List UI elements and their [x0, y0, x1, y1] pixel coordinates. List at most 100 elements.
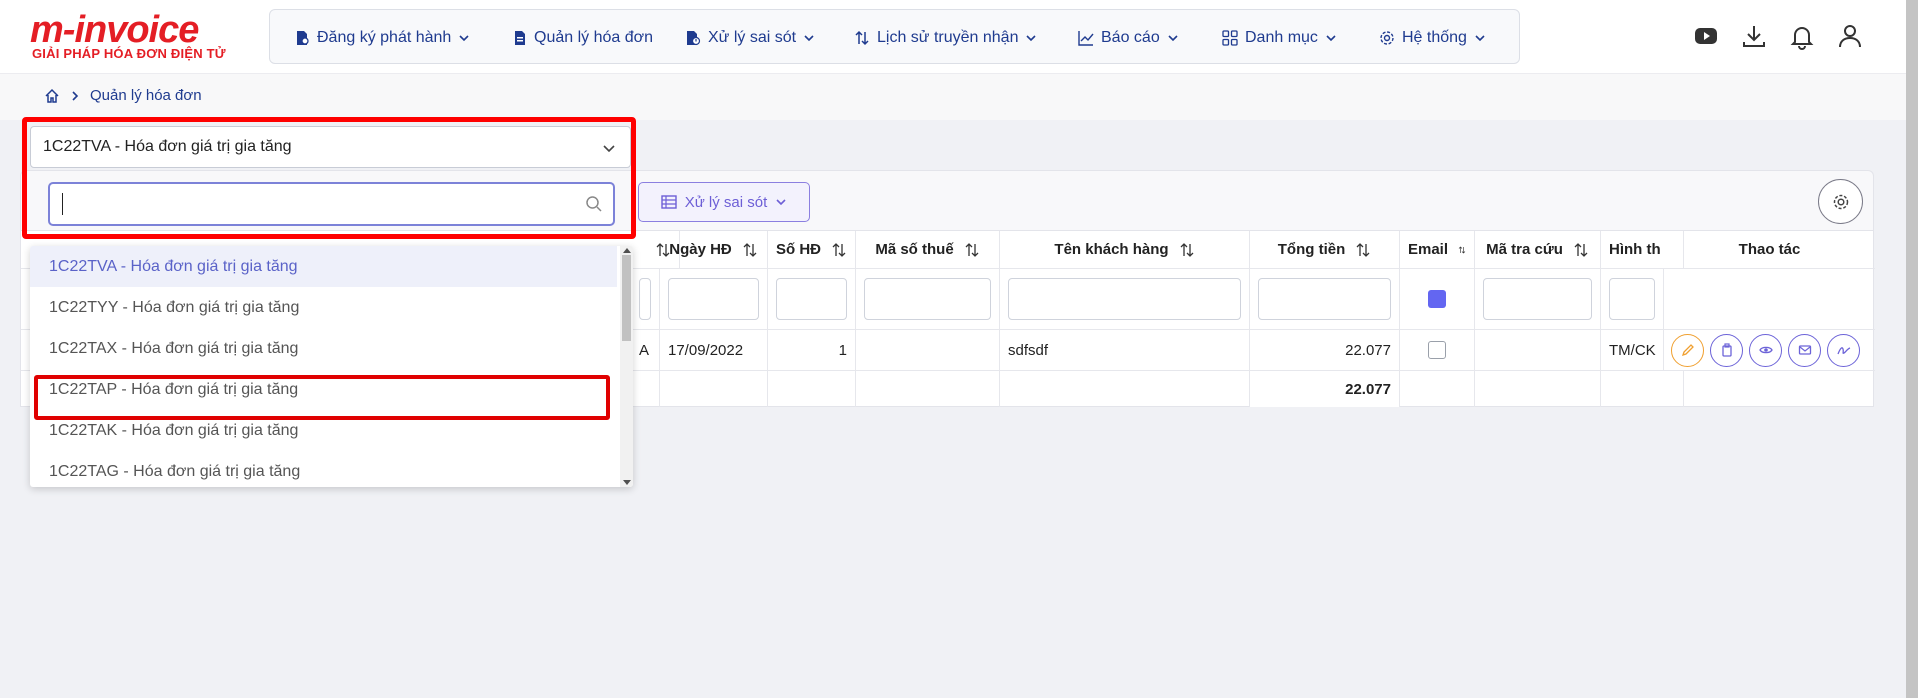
edit-button[interactable]	[1671, 333, 1704, 367]
nav-label: Báo cáo	[1101, 28, 1160, 46]
youtube-icon[interactable]	[1692, 22, 1720, 50]
nav-he-thong[interactable]: Hệ thống	[1379, 10, 1486, 65]
dropdown-option[interactable]: 1C22TYY - Hóa đơn giá trị gia tăng	[30, 287, 617, 328]
column-header-total[interactable]: Tổng tiền	[1250, 231, 1400, 268]
view-button[interactable]	[1749, 333, 1782, 367]
filter-customer	[1000, 269, 1250, 329]
highlight-annotation	[22, 117, 636, 239]
chevron-down-icon	[804, 34, 814, 41]
cell-tax-code	[856, 330, 1000, 370]
copy-button[interactable]	[1710, 333, 1743, 367]
sort-icon	[1356, 242, 1370, 257]
error-handling-button[interactable]: Xử lý sai sót	[638, 182, 810, 222]
nav-dang-ky-phat-hanh[interactable]: Đăng ký phát hành	[294, 10, 470, 65]
filter-input-tax-code[interactable]	[864, 278, 991, 320]
nav-lich-su-truyen-nhan[interactable]: Lịch sử truyền nhận	[854, 10, 1037, 65]
footer-cell	[768, 371, 856, 407]
cell-email	[1400, 330, 1475, 370]
email-button[interactable]	[1788, 333, 1821, 367]
sign-button[interactable]	[1827, 333, 1860, 367]
sort-icon	[743, 242, 757, 257]
email-checkbox[interactable]	[1428, 341, 1446, 359]
cell-number: 1	[768, 330, 856, 370]
dropdown-scrollbar[interactable]	[620, 246, 633, 487]
filter-date	[660, 269, 768, 329]
sort-icon	[1574, 242, 1588, 257]
sort-icon	[1180, 242, 1194, 257]
filter-actions	[1664, 269, 1875, 329]
column-header-lookup-code[interactable]: Mã tra cứu	[1475, 231, 1601, 268]
scrollbar-thumb[interactable]	[622, 255, 631, 341]
chart-line-icon	[1078, 30, 1094, 46]
column-header-number[interactable]: Số HĐ	[768, 231, 856, 268]
chevron-down-icon	[776, 199, 786, 206]
table-settings-button[interactable]	[1818, 179, 1863, 224]
sort-arrows-icon	[855, 30, 869, 45]
page-scrollbar[interactable]	[1906, 0, 1926, 698]
email-filter-checkbox[interactable]	[1428, 290, 1446, 308]
footer-cell	[1400, 371, 1475, 407]
nav-label: Quản lý hóa đơn	[534, 28, 654, 46]
column-header-email[interactable]: Email	[1400, 231, 1475, 268]
bell-icon[interactable]	[1788, 22, 1816, 50]
nav-xu-ly-sai-sot[interactable]: Xử lý sai sót	[685, 10, 815, 65]
breadcrumb-current[interactable]: Quản lý hóa đơn	[90, 87, 202, 104]
brand-logo[interactable]: m-invoice GIẢI PHÁP HÓA ĐƠN ĐIỆN TỬ	[30, 10, 230, 65]
dropdown-option[interactable]: 1C22TVA - Hóa đơn giá trị gia tăng	[30, 246, 617, 287]
cell-date: 17/09/2022	[660, 330, 768, 370]
column-header-customer[interactable]: Tên khách hàng	[1000, 231, 1250, 268]
footer-total: 22.077	[1250, 371, 1400, 407]
gear-icon	[1380, 30, 1394, 45]
filter-input-lookup[interactable]	[1483, 278, 1592, 320]
chevron-down-icon	[1475, 34, 1485, 41]
dropdown-option[interactable]: 1C22TAG - Hóa đơn giá trị gia tăng	[30, 451, 617, 487]
filter-lookup	[1475, 269, 1601, 329]
filter-input-date[interactable]	[668, 278, 759, 320]
sort-icon	[832, 242, 846, 257]
eye-icon	[1758, 346, 1773, 354]
filter-input-number[interactable]	[776, 278, 847, 320]
footer-cell	[631, 371, 660, 407]
download-icon[interactable]	[1740, 22, 1768, 50]
home-icon[interactable]	[44, 88, 60, 104]
envelope-icon	[1798, 345, 1811, 355]
sort-icon	[1458, 246, 1466, 253]
nav-danh-muc[interactable]: Danh mục	[1222, 10, 1337, 65]
breadcrumb: Quản lý hóa đơn	[44, 87, 202, 104]
cell-lookup	[1475, 330, 1601, 370]
dropdown-option[interactable]: 1C22TAX - Hóa đơn giá trị gia tăng	[30, 328, 617, 369]
column-header-date[interactable]: Ngày HĐ	[660, 231, 768, 268]
filter-input-customer[interactable]	[1008, 278, 1241, 320]
cell-customer: sdfsdf	[1000, 330, 1250, 370]
page-scrollbar-thumb[interactable]	[1906, 0, 1918, 698]
nav-bao-cao[interactable]: Báo cáo	[1078, 10, 1179, 65]
signature-icon	[1836, 347, 1850, 355]
chevron-down-icon	[1326, 34, 1336, 41]
column-header-tax-code[interactable]: Mã số thuế	[856, 231, 1000, 268]
gear-icon	[1833, 194, 1848, 209]
footer-cell	[1000, 371, 1250, 407]
footer-cell	[660, 371, 768, 407]
cell-partial: A	[631, 330, 660, 370]
filter-input-payment[interactable]	[1609, 278, 1655, 320]
scroll-up-arrow[interactable]	[623, 248, 631, 253]
chevron-down-icon	[1026, 34, 1037, 41]
filter-input-total[interactable]	[1258, 278, 1391, 320]
scroll-down-arrow[interactable]	[623, 480, 631, 485]
filter-tax-code	[856, 269, 1000, 329]
highlight-annotation-option	[34, 375, 610, 420]
nav-quan-ly-hoa-don[interactable]: Quản lý hóa đơn	[513, 10, 653, 65]
nav-label: Lịch sử truyền nhận	[877, 28, 1019, 46]
filter-email	[1400, 269, 1475, 329]
cell-payment: TM/CK	[1601, 330, 1664, 370]
filter-input[interactable]	[639, 278, 651, 320]
breadcrumb-bar: Quản lý hóa đơn	[0, 73, 1906, 120]
cell-total: 22.077	[1250, 330, 1400, 370]
logo-wordmark: m-invoice	[30, 9, 199, 51]
sort-icon	[965, 242, 979, 257]
user-icon[interactable]	[1836, 22, 1864, 50]
nav-label: Hệ thống	[1402, 28, 1467, 46]
pencil-icon	[1681, 344, 1694, 357]
grid-icon	[1222, 29, 1238, 46]
file-error-icon	[687, 30, 701, 45]
